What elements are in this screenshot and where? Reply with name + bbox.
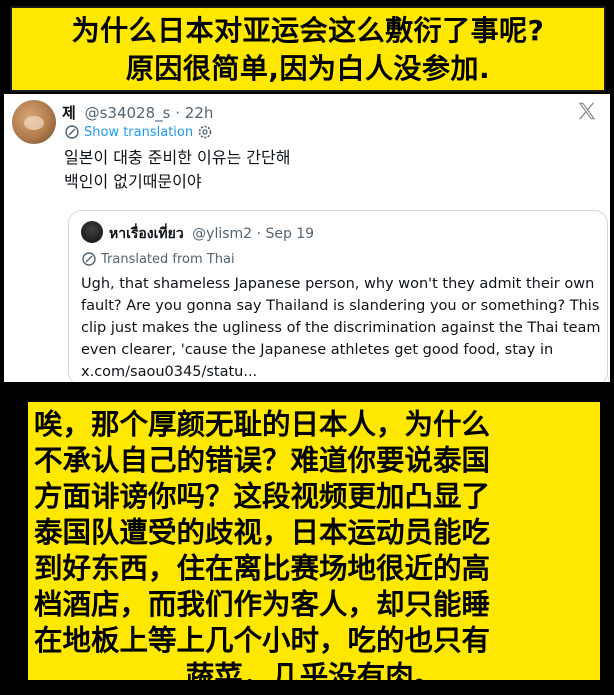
timestamp[interactable]: 22h bbox=[185, 104, 214, 122]
show-translation-label[interactable]: Show translation bbox=[84, 125, 193, 140]
quoted-date[interactable]: Sep 19 bbox=[265, 226, 314, 242]
quoted-separator: · bbox=[256, 226, 261, 242]
quoted-handle[interactable]: @ylism2 bbox=[192, 226, 252, 242]
top-caption: 为什么日本对亚运会这么敷衍了事呢? 原因很简单,因为白人没参加. bbox=[10, 6, 606, 92]
bottom-caption-line: 不承认自己的错误？难道你要说泰国 bbox=[34, 444, 491, 477]
avatar[interactable] bbox=[12, 100, 56, 144]
x-logo-icon bbox=[578, 102, 596, 120]
translate-icon bbox=[82, 252, 96, 266]
tweet-text: 일본이 대충 준비한 이유는 간단해 백인이 없기때문이야 bbox=[64, 146, 290, 194]
bottom-caption: 唉，那个厚颜无耻的日本人，为什么 不承认自己的错误？难道你要说泰国 方面诽谤你吗… bbox=[28, 402, 600, 693]
tweet-text-line: 백인이 없기때문이야 bbox=[64, 172, 202, 191]
quoted-avatar[interactable] bbox=[81, 221, 103, 243]
top-caption-line-2: 原因很简单,因为白人没参加. bbox=[125, 52, 491, 85]
quoted-text-line: fault? Are you gonna say Thailand is sla… bbox=[81, 298, 600, 314]
translated-from-label: Translated from Thai bbox=[81, 251, 235, 267]
quoted-text-line: clip just makes the ugliness of the disc… bbox=[81, 320, 601, 336]
bottom-caption-line: 方面诽谤你吗？这段视频更加凸显了 bbox=[34, 480, 491, 513]
quoted-header: หาเรื่องเที่ยว @ylism2 · Sep 19 bbox=[109, 223, 314, 245]
tweet-header: 제 @s34028_s · 22h bbox=[62, 102, 213, 123]
translated-from-text: Translated from Thai bbox=[101, 251, 235, 267]
show-translation-link[interactable]: Show translation bbox=[64, 124, 213, 140]
gear-icon[interactable] bbox=[197, 124, 213, 140]
tweet-card[interactable]: 제 @s34028_s · 22h Show translation 일본이 대… bbox=[4, 94, 610, 382]
bottom-caption-line: 到好东西，住在离比赛场地很近的高 bbox=[34, 552, 491, 585]
quoted-text-line: Ugh, that shameless Japanese person, why… bbox=[81, 276, 595, 292]
bottom-caption-line: 档酒店，而我们作为客人，却只能睡 bbox=[34, 588, 491, 621]
quoted-text-line: even clearer, 'cause the Japanese athlet… bbox=[81, 342, 554, 358]
tweet-text-line: 일본이 대충 준비한 이유는 간단해 bbox=[64, 148, 291, 167]
handle[interactable]: @s34028_s bbox=[85, 104, 171, 122]
translate-icon bbox=[65, 125, 79, 139]
top-caption-line-1: 为什么日本对亚运会这么敷衍了事呢? bbox=[71, 14, 545, 47]
quoted-text: Ugh, that shameless Japanese person, why… bbox=[81, 273, 603, 382]
quoted-tweet[interactable]: หาเรื่องเที่ยว @ylism2 · Sep 19 Translat… bbox=[68, 210, 608, 382]
quoted-text-link[interactable]: x.com/saou0345/statu... bbox=[81, 361, 603, 382]
separator: · bbox=[175, 104, 181, 122]
quoted-display-name[interactable]: หาเรื่องเที่ยว bbox=[109, 226, 184, 242]
bottom-caption-line: 唉，那个厚颜无耻的日本人，为什么 bbox=[34, 408, 491, 441]
display-name[interactable]: 제 bbox=[62, 104, 76, 122]
bottom-caption-line: 泰国队遭受的歧视，日本运动员能吃 bbox=[34, 516, 491, 549]
bottom-caption-line: 蔬菜，几乎没有肉。 bbox=[185, 660, 443, 693]
bottom-caption-line: 在地板上等上几个小时，吃的也只有 bbox=[34, 624, 491, 657]
